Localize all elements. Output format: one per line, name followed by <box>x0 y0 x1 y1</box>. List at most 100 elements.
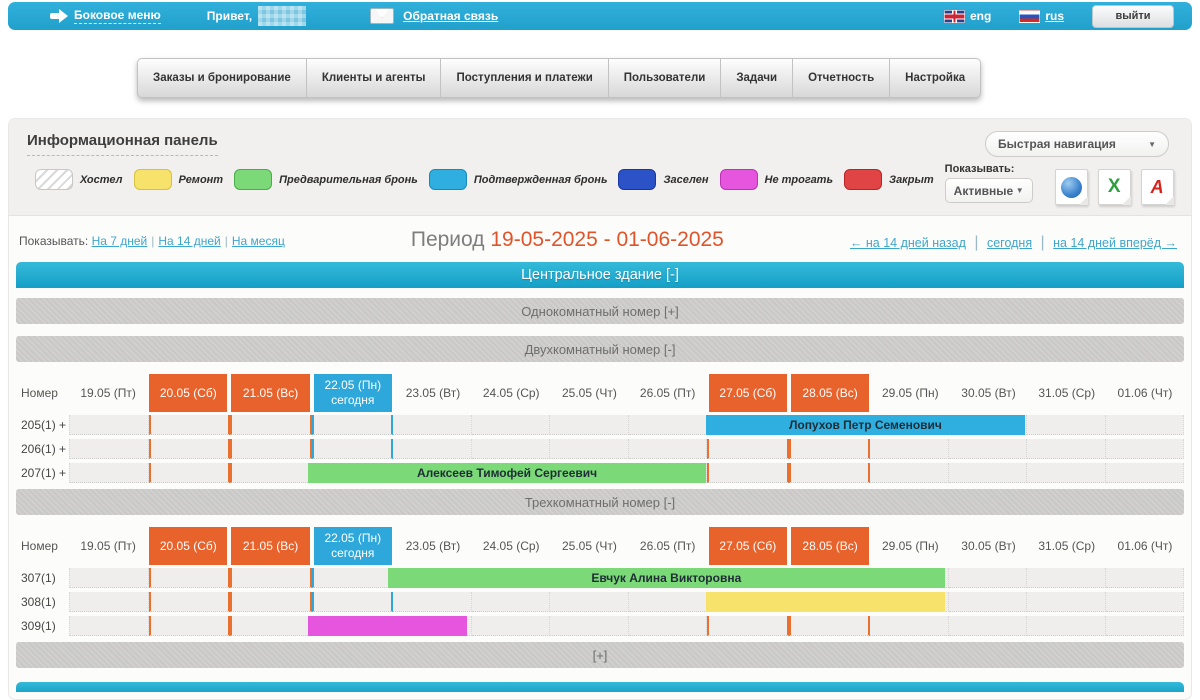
day-cell[interactable] <box>149 568 231 588</box>
lang-rus-link[interactable]: rus <box>1045 9 1064 23</box>
room-label[interactable]: 206(1) + <box>16 439 69 459</box>
tab-заказы-и-бронирование[interactable]: Заказы и бронирование <box>137 58 307 98</box>
nav-back-link[interactable]: ← на 14 дней назад <box>850 236 966 250</box>
building-header[interactable]: Центральное здание [-] <box>16 262 1184 288</box>
range-link-2[interactable]: На 14 дней <box>158 234 220 248</box>
day-cell[interactable] <box>870 616 949 636</box>
booking-do_not_touch[interactable] <box>308 616 467 636</box>
day-cell[interactable] <box>1027 439 1106 459</box>
day-cell[interactable] <box>230 592 312 612</box>
day-cell[interactable] <box>1106 616 1185 636</box>
day-cell[interactable] <box>629 592 708 612</box>
day-cell[interactable] <box>472 592 551 612</box>
day-header[interactable]: 19.05 (Пт) <box>69 527 147 565</box>
day-header[interactable]: 24.05 (Ср) <box>472 374 550 412</box>
day-cell[interactable] <box>1106 463 1185 483</box>
day-cell[interactable] <box>149 439 231 459</box>
lang-eng-link[interactable]: eng <box>970 9 991 23</box>
day-cell[interactable] <box>472 439 551 459</box>
day-cell[interactable] <box>949 463 1028 483</box>
booking-confirmed[interactable]: Лопухов Петр Семенович <box>706 415 1025 435</box>
room-label[interactable]: 307(1) <box>16 568 69 588</box>
day-header[interactable]: 20.05 (Сб) <box>147 527 229 565</box>
day-cell[interactable] <box>870 463 949 483</box>
day-header[interactable]: 20.05 (Сб) <box>147 374 229 412</box>
export-web-button[interactable] <box>1055 169 1088 205</box>
day-cell[interactable] <box>1106 415 1185 435</box>
day-cell[interactable] <box>949 616 1028 636</box>
day-cell[interactable] <box>230 616 312 636</box>
day-cell[interactable] <box>472 415 551 435</box>
day-header[interactable]: 19.05 (Пт) <box>69 374 147 412</box>
export-excel-button[interactable]: X <box>1098 169 1131 205</box>
status-filter-select[interactable]: Активные ▼ <box>945 178 1033 203</box>
day-header[interactable]: 01.06 (Чт) <box>1106 527 1184 565</box>
booking-preliminary[interactable]: Евчук Алина Викторовна <box>388 568 946 588</box>
day-header[interactable]: 24.05 (Ср) <box>472 527 550 565</box>
export-pdf-button[interactable]: A <box>1141 169 1174 205</box>
day-cell[interactable] <box>707 616 789 636</box>
day-cell[interactable] <box>149 616 231 636</box>
next-building-header-partial[interactable] <box>16 682 1184 692</box>
tab-клиенты-и-агенты[interactable]: Клиенты и агенты <box>307 58 442 98</box>
day-header[interactable]: 23.05 (Вт) <box>394 527 472 565</box>
day-header[interactable]: 26.05 (Пт) <box>629 374 707 412</box>
day-header[interactable]: 21.05 (Вс) <box>229 374 311 412</box>
day-cell[interactable] <box>69 463 149 483</box>
range-link-1[interactable]: На 7 дней <box>92 234 148 248</box>
day-cell[interactable] <box>312 592 394 612</box>
day-cell[interactable] <box>707 439 789 459</box>
day-header-today[interactable]: 22.05 (Пн)сегодня <box>312 527 394 565</box>
day-cell[interactable] <box>789 463 871 483</box>
day-header[interactable]: 27.05 (Сб) <box>707 527 789 565</box>
day-cell[interactable] <box>949 439 1028 459</box>
day-header[interactable]: 26.05 (Пт) <box>629 527 707 565</box>
day-header[interactable]: 30.05 (Вт) <box>949 374 1027 412</box>
expand-section-bar[interactable]: [+] <box>16 642 1184 668</box>
day-cell[interactable] <box>1106 568 1185 588</box>
day-cell[interactable] <box>69 592 149 612</box>
day-cell[interactable] <box>230 415 312 435</box>
feedback-link[interactable]: Обратная связь <box>403 9 498 23</box>
day-header[interactable]: 29.05 (Пн) <box>871 374 949 412</box>
nav-forward-link[interactable]: на 14 дней вперёд → <box>1053 236 1177 250</box>
day-cell[interactable] <box>550 415 629 435</box>
day-cell[interactable] <box>69 568 149 588</box>
side-menu-link[interactable]: Боковое меню <box>74 8 161 24</box>
day-header[interactable]: 28.05 (Вс) <box>789 374 871 412</box>
day-cell[interactable] <box>629 616 708 636</box>
day-cell[interactable] <box>230 439 312 459</box>
day-cell[interactable] <box>789 616 871 636</box>
range-link-3[interactable]: На месяц <box>232 234 285 248</box>
day-cell[interactable] <box>949 592 1028 612</box>
day-header[interactable]: 29.05 (Пн) <box>871 527 949 565</box>
tab-отчетность[interactable]: Отчетность <box>793 58 890 98</box>
day-cell[interactable] <box>1106 439 1185 459</box>
day-cell[interactable] <box>629 439 708 459</box>
day-cell[interactable] <box>1027 592 1106 612</box>
day-cell[interactable] <box>69 439 149 459</box>
day-header-today[interactable]: 22.05 (Пн)сегодня <box>312 374 394 412</box>
day-cell[interactable] <box>149 415 231 435</box>
day-header[interactable]: 31.05 (Ср) <box>1028 527 1106 565</box>
day-cell[interactable] <box>789 439 871 459</box>
room-label[interactable]: 207(1) + <box>16 463 69 483</box>
day-cell[interactable] <box>149 463 231 483</box>
room-type-bar[interactable]: Однокомнатный номер [+] <box>16 298 1184 324</box>
day-cell[interactable] <box>550 439 629 459</box>
day-cell[interactable] <box>312 568 394 588</box>
day-header[interactable]: 23.05 (Вт) <box>394 374 472 412</box>
tab-настройка[interactable]: Настройка <box>890 58 981 98</box>
day-header[interactable]: 21.05 (Вс) <box>229 527 311 565</box>
room-type-bar[interactable]: Трехкомнатный номер [-] <box>16 489 1184 515</box>
day-cell[interactable] <box>1027 568 1106 588</box>
day-cell[interactable] <box>550 616 629 636</box>
day-cell[interactable] <box>149 592 231 612</box>
logout-button[interactable]: выйти <box>1092 5 1174 28</box>
day-cell[interactable] <box>312 415 394 435</box>
day-cell[interactable] <box>1027 616 1106 636</box>
tab-задачи[interactable]: Задачи <box>721 58 793 98</box>
day-cell[interactable] <box>1106 592 1185 612</box>
quick-nav-select[interactable]: Быстрая навигация ▼ <box>985 131 1169 157</box>
day-header[interactable]: 30.05 (Вт) <box>949 527 1027 565</box>
